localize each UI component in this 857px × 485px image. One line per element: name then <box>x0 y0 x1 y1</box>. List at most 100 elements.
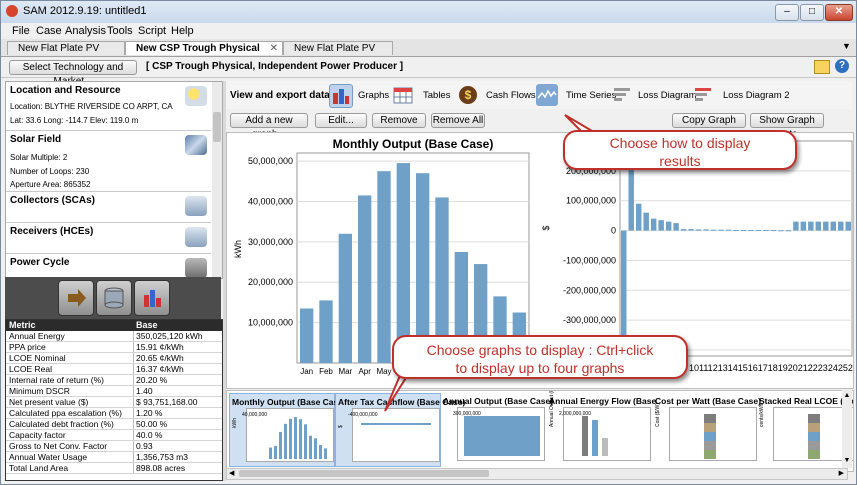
show-graph-data-button[interactable]: Show Graph Data <box>750 113 824 140</box>
app-window: SAM 2012.9.19: untitled1 – □ ✕ File Case… <box>0 0 857 485</box>
thumbnail-vertical-scrollbar[interactable]: ▲ ▼ <box>842 390 852 468</box>
edit-graph-button[interactable]: Edit... <box>315 113 367 128</box>
metric-value: 40.0 % <box>136 430 163 440</box>
bar <box>673 223 679 231</box>
metric-value: 1.20 % <box>136 408 163 418</box>
power-cycle-icon <box>185 258 207 278</box>
scroll-right-icon[interactable]: ▶ <box>839 469 844 477</box>
table-row: Annual Water Usage 1,356,753 m3 <box>6 452 222 463</box>
remove-all-button[interactable]: Remove All <box>431 113 485 128</box>
section-line: Number of Loops: 230 <box>10 167 90 176</box>
tab-flat-plate-pv-1[interactable]: New Flat Plate PV Case 1 <box>7 41 125 68</box>
bar <box>763 229 769 231</box>
graph-thumbnail[interactable]: Cost per Watt (Base Case) Cost ($/W) <box>653 393 761 465</box>
bar <box>635 203 642 231</box>
add-graph-button[interactable]: Add a new graph... <box>230 113 308 140</box>
column-divider <box>133 408 134 418</box>
scroll-up-icon[interactable]: ▲ <box>843 392 851 400</box>
close-button[interactable]: ✕ <box>825 4 853 21</box>
close-tab-icon[interactable]: ✕ <box>270 42 278 56</box>
sidebar-scrollbar[interactable] <box>212 82 222 278</box>
thumbnail-ylabel: cents/kWh <box>759 403 765 427</box>
collector-icon <box>185 196 207 216</box>
sidebar-item-receivers[interactable]: Receivers (HCEs) <box>6 223 211 254</box>
sidebar-item-solar-field[interactable]: Solar Field Solar Multiple: 2 Number of … <box>6 131 211 192</box>
bar <box>725 229 732 231</box>
thumbnail-bar <box>808 432 820 441</box>
graph-thumbnail[interactable]: Stacked Real LCOE (Base cents/kWh <box>757 393 853 465</box>
sidebar-item-location-resource[interactable]: Location and Resource Location: BLYTHE R… <box>6 82 211 131</box>
scroll-left-icon[interactable]: ◀ <box>229 469 234 477</box>
tab-flat-plate-pv-2[interactable]: New Flat Plate PV Case 2 <box>283 41 393 68</box>
view-option-cash-flows[interactable]: Cash Flows <box>486 90 536 101</box>
time-series-icon[interactable] <box>536 84 558 106</box>
scroll-thumb[interactable] <box>213 112 221 142</box>
notes-icon[interactable] <box>814 60 830 74</box>
chart-title: Monthly Output (Base Case) <box>333 137 494 151</box>
bar <box>785 230 792 232</box>
table-row: Capacity factor 40.0 % <box>6 430 222 441</box>
column-divider <box>133 364 134 374</box>
help-icon[interactable]: ? <box>835 59 849 73</box>
cash-flows-icon[interactable]: $ <box>457 84 479 106</box>
bar <box>703 229 709 231</box>
metric-name: Calculated ppa escalation (%) <box>9 408 122 418</box>
scroll-thumb[interactable] <box>239 470 489 477</box>
column-divider <box>133 452 134 462</box>
thumbnail-bar <box>304 424 307 459</box>
tables-icon[interactable] <box>392 84 414 106</box>
menu-help[interactable]: Help <box>171 25 194 37</box>
tab-overflow-icon[interactable]: ▼ <box>842 41 851 51</box>
view-option-loss-diagram-2[interactable]: Loss Diagram 2 <box>723 90 790 101</box>
metric-name: Minimum DSCR <box>9 386 70 396</box>
case-tab-bar: New Flat Plate PV Case 1 New CSP Trough … <box>1 39 856 68</box>
thumbnail-horizontal-scrollbar[interactable]: ◀ ▶ <box>226 468 848 480</box>
graph-thumbnail[interactable]: Monthly Output (Base Case) kWh 40,000,000 <box>229 393 346 467</box>
x-tick-label: Jan <box>300 367 313 376</box>
results-chart-icon[interactable] <box>134 280 170 316</box>
thumbnail-bar <box>582 416 588 456</box>
graphs-icon[interactable] <box>329 84 353 108</box>
thumbnail-ytick: -400,000,000 <box>348 412 378 418</box>
graph-thumbnail[interactable]: Annual Output (Base Case) 300,000,000 <box>441 393 553 465</box>
loss-diagram-icon[interactable] <box>611 84 633 106</box>
graph-thumbnail[interactable]: Annual Energy Flow (Base Annual Output (k… <box>547 391 656 465</box>
menu-tools[interactable]: Tools <box>107 25 133 37</box>
minimize-button[interactable]: – <box>775 4 799 21</box>
section-line: Aperture Area: 865352 <box>10 180 91 189</box>
arrow-right-icon[interactable] <box>58 280 94 316</box>
metric-value: 0.93 <box>136 441 153 451</box>
view-option-tables[interactable]: Tables <box>423 90 450 101</box>
view-option-loss-diagram[interactable]: Loss Diagram <box>638 90 697 101</box>
callout-line: to display up to four graphs <box>455 360 625 376</box>
sidebar-item-collectors[interactable]: Collectors (SCAs) <box>6 192 211 223</box>
menu-script[interactable]: Script <box>138 25 166 37</box>
menu-file[interactable]: File <box>12 25 30 37</box>
copy-graph-data-button[interactable]: Copy Graph Data <box>672 113 746 140</box>
remove-graph-button[interactable]: Remove <box>372 113 426 128</box>
database-icon[interactable] <box>96 280 132 316</box>
thumbnail-bar <box>602 438 608 456</box>
svg-text:$: $ <box>465 88 472 102</box>
callout-box: Choose graphs to display : Ctrl+click to… <box>392 335 688 379</box>
column-divider <box>133 463 134 473</box>
sidebar-item-power-cycle[interactable]: Power Cycle <box>6 254 211 278</box>
menu-case[interactable]: Case <box>36 25 62 37</box>
x-tick-label: Mar <box>338 367 352 376</box>
metric-value: 1.40 <box>136 386 153 396</box>
section-line: Lat: 33.6 Long: -114.7 Elev: 119.0 m <box>10 116 139 125</box>
metric-value: 20.65 ¢/kWh <box>136 353 184 363</box>
select-technology-button[interactable]: Select Technology and Market... <box>9 60 137 87</box>
thumbnail-bar <box>808 414 820 423</box>
tab-csp-trough-1[interactable]: New CSP Trough Physical Case 1✕ <box>125 41 283 68</box>
view-option-graphs[interactable]: Graphs <box>358 90 389 101</box>
table-row: Calculated ppa escalation (%) 1.20 % <box>6 408 222 419</box>
y-tick-label: 10,000,000 <box>248 318 293 328</box>
scroll-down-icon[interactable]: ▼ <box>843 457 851 465</box>
bar <box>740 229 747 231</box>
maximize-button[interactable]: □ <box>800 4 824 21</box>
view-option-time-series[interactable]: Time Series <box>566 90 616 101</box>
bar <box>680 229 687 231</box>
loss-diagram-2-icon[interactable] <box>692 84 714 106</box>
menu-analysis[interactable]: Analysis <box>65 25 106 37</box>
